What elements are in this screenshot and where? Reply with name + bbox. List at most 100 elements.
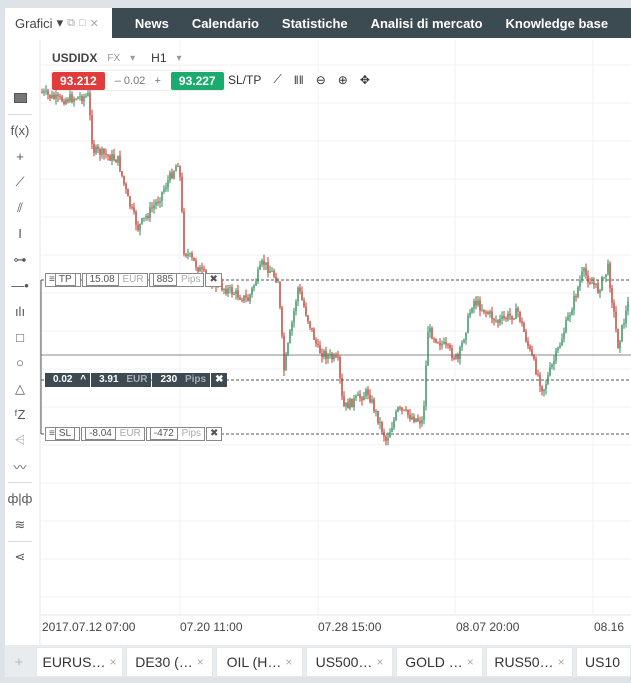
- instrument-tab[interactable]: EURUS… ×: [36, 647, 123, 677]
- candle-body: [321, 353, 323, 358]
- share-icon[interactable]: ⋖: [5, 545, 35, 571]
- position-close-icon[interactable]: ✖: [211, 373, 228, 387]
- triangle-icon[interactable]: △: [5, 376, 35, 402]
- zoom-in-icon[interactable]: ⊕: [338, 73, 348, 87]
- sl-tag[interactable]: ≡ SL: [45, 427, 81, 441]
- candles-type-icon[interactable]: ф|ф: [5, 486, 35, 512]
- volume-profile-icon[interactable]: ılı: [5, 298, 35, 324]
- sl-pips: -472 Pips: [145, 427, 206, 441]
- sltp-button[interactable]: SL/TP: [228, 73, 261, 87]
- candle-body: [445, 341, 447, 345]
- candle-body: [385, 436, 387, 441]
- instrument-tab[interactable]: OIL (H… ×: [216, 647, 303, 677]
- position-volume[interactable]: 0.02 ^: [45, 373, 91, 387]
- candle-body: [327, 355, 329, 359]
- candle-body: [509, 313, 511, 316]
- line-chart-icon[interactable]: ⟋: [273, 72, 281, 87]
- rectangle-icon[interactable]: □: [5, 324, 35, 350]
- trendline-icon[interactable]: ⟋: [5, 169, 35, 195]
- candle-body: [223, 288, 225, 290]
- candle-body: [577, 287, 579, 298]
- move-icon[interactable]: ✥: [360, 73, 370, 87]
- tp-pips-value: 885: [152, 273, 178, 286]
- candle-body: [539, 375, 541, 387]
- candle-body: [351, 398, 353, 408]
- sl-close-icon[interactable]: ✖: [206, 427, 223, 441]
- close-icon[interactable]: ×: [285, 655, 292, 669]
- candle-body: [517, 308, 519, 312]
- candle-body: [305, 306, 307, 316]
- candle-body: [345, 402, 347, 407]
- fan-icon[interactable]: ⩤: [5, 427, 35, 453]
- candle-body: [621, 324, 623, 342]
- symbol-name[interactable]: USDIDX: [52, 51, 97, 65]
- candle-body: [593, 282, 595, 285]
- tp-label[interactable]: ≡ TP 15.08 EUR 885 Pips ✖: [45, 273, 223, 287]
- chevron-down-icon[interactable]: ▾: [177, 53, 182, 64]
- candle-body: [383, 431, 385, 437]
- candle-body: [403, 409, 405, 411]
- close-icon[interactable]: ×: [376, 655, 383, 669]
- candle-body: [597, 283, 599, 293]
- symbol-type: FX: [107, 52, 121, 64]
- close-icon[interactable]: ×: [467, 655, 474, 669]
- indicators-icon[interactable]: f(x): [5, 118, 35, 144]
- candles-icon[interactable]: ǁǁ: [294, 73, 304, 87]
- candle-body: [471, 308, 473, 313]
- sell-button[interactable]: 93.212: [52, 71, 105, 90]
- price-chart[interactable]: [0, 0, 631, 683]
- candle-body: [295, 301, 297, 312]
- fibonacci-icon[interactable]: ᶠZ: [5, 402, 35, 428]
- circle-icon[interactable]: ○: [5, 350, 35, 376]
- candle-body: [311, 327, 313, 330]
- candle-body: [237, 290, 239, 298]
- candle-body: [47, 90, 49, 95]
- close-icon[interactable]: ×: [110, 655, 117, 669]
- candle-body: [135, 211, 137, 225]
- candle-body: [537, 374, 539, 376]
- close-icon[interactable]: ×: [197, 655, 204, 669]
- vertical-line-icon[interactable]: I: [5, 221, 35, 247]
- candle-body: [43, 91, 45, 93]
- chevron-down-icon[interactable]: ▾: [130, 53, 135, 64]
- crosshair-icon[interactable]: +: [5, 144, 35, 170]
- candle-body: [495, 320, 497, 322]
- candle-body: [585, 268, 587, 276]
- candle-body: [281, 307, 283, 336]
- instrument-tab[interactable]: DE30 (… ×: [126, 647, 213, 677]
- wave-icon[interactable]: 〰: [5, 453, 35, 479]
- candle-body: [161, 191, 163, 202]
- candle-body: [463, 339, 465, 343]
- horizontal-segment-icon[interactable]: ⊶: [5, 247, 35, 273]
- close-icon[interactable]: ×: [558, 655, 565, 669]
- divider: [8, 540, 32, 542]
- candle-body: [481, 309, 483, 311]
- candle-body: [563, 332, 565, 339]
- instrument-tab[interactable]: US10: [576, 647, 631, 677]
- candle-body: [489, 311, 491, 314]
- candle-body: [303, 300, 305, 307]
- instrument-tab[interactable]: US500… ×: [306, 647, 393, 677]
- zoom-out-icon[interactable]: ⊖: [316, 73, 326, 87]
- add-tab-icon[interactable]: +: [5, 647, 33, 677]
- candle-body: [147, 216, 149, 219]
- chart-type-icon[interactable]: [5, 85, 35, 111]
- candle-body: [241, 299, 243, 301]
- tp-close-icon[interactable]: ✖: [205, 273, 222, 287]
- quote-bar: 93.212 – 0.02 + 93.227: [52, 71, 224, 90]
- instrument-tab[interactable]: RUS50… ×: [486, 647, 573, 677]
- timeframe-select[interactable]: H1: [151, 51, 166, 65]
- layers-icon[interactable]: ≋: [5, 512, 35, 538]
- buy-button[interactable]: 93.227: [170, 71, 224, 90]
- candle-body: [317, 343, 319, 346]
- sl-label[interactable]: ≡ SL -8.04 EUR -472 Pips ✖: [45, 427, 223, 441]
- channel-icon[interactable]: ⫽: [5, 195, 35, 221]
- horizontal-ray-icon[interactable]: —•: [5, 273, 35, 299]
- candle-body: [491, 311, 493, 319]
- candle-body: [157, 201, 159, 203]
- tp-tag[interactable]: ≡ TP: [45, 273, 81, 287]
- candle-body: [331, 353, 333, 360]
- instrument-tab[interactable]: GOLD … ×: [396, 647, 483, 677]
- tp-pips: 885 Pips: [148, 273, 205, 287]
- position-label[interactable]: 0.02 ^ 3.91 EUR 230 Pips ✖: [45, 373, 228, 387]
